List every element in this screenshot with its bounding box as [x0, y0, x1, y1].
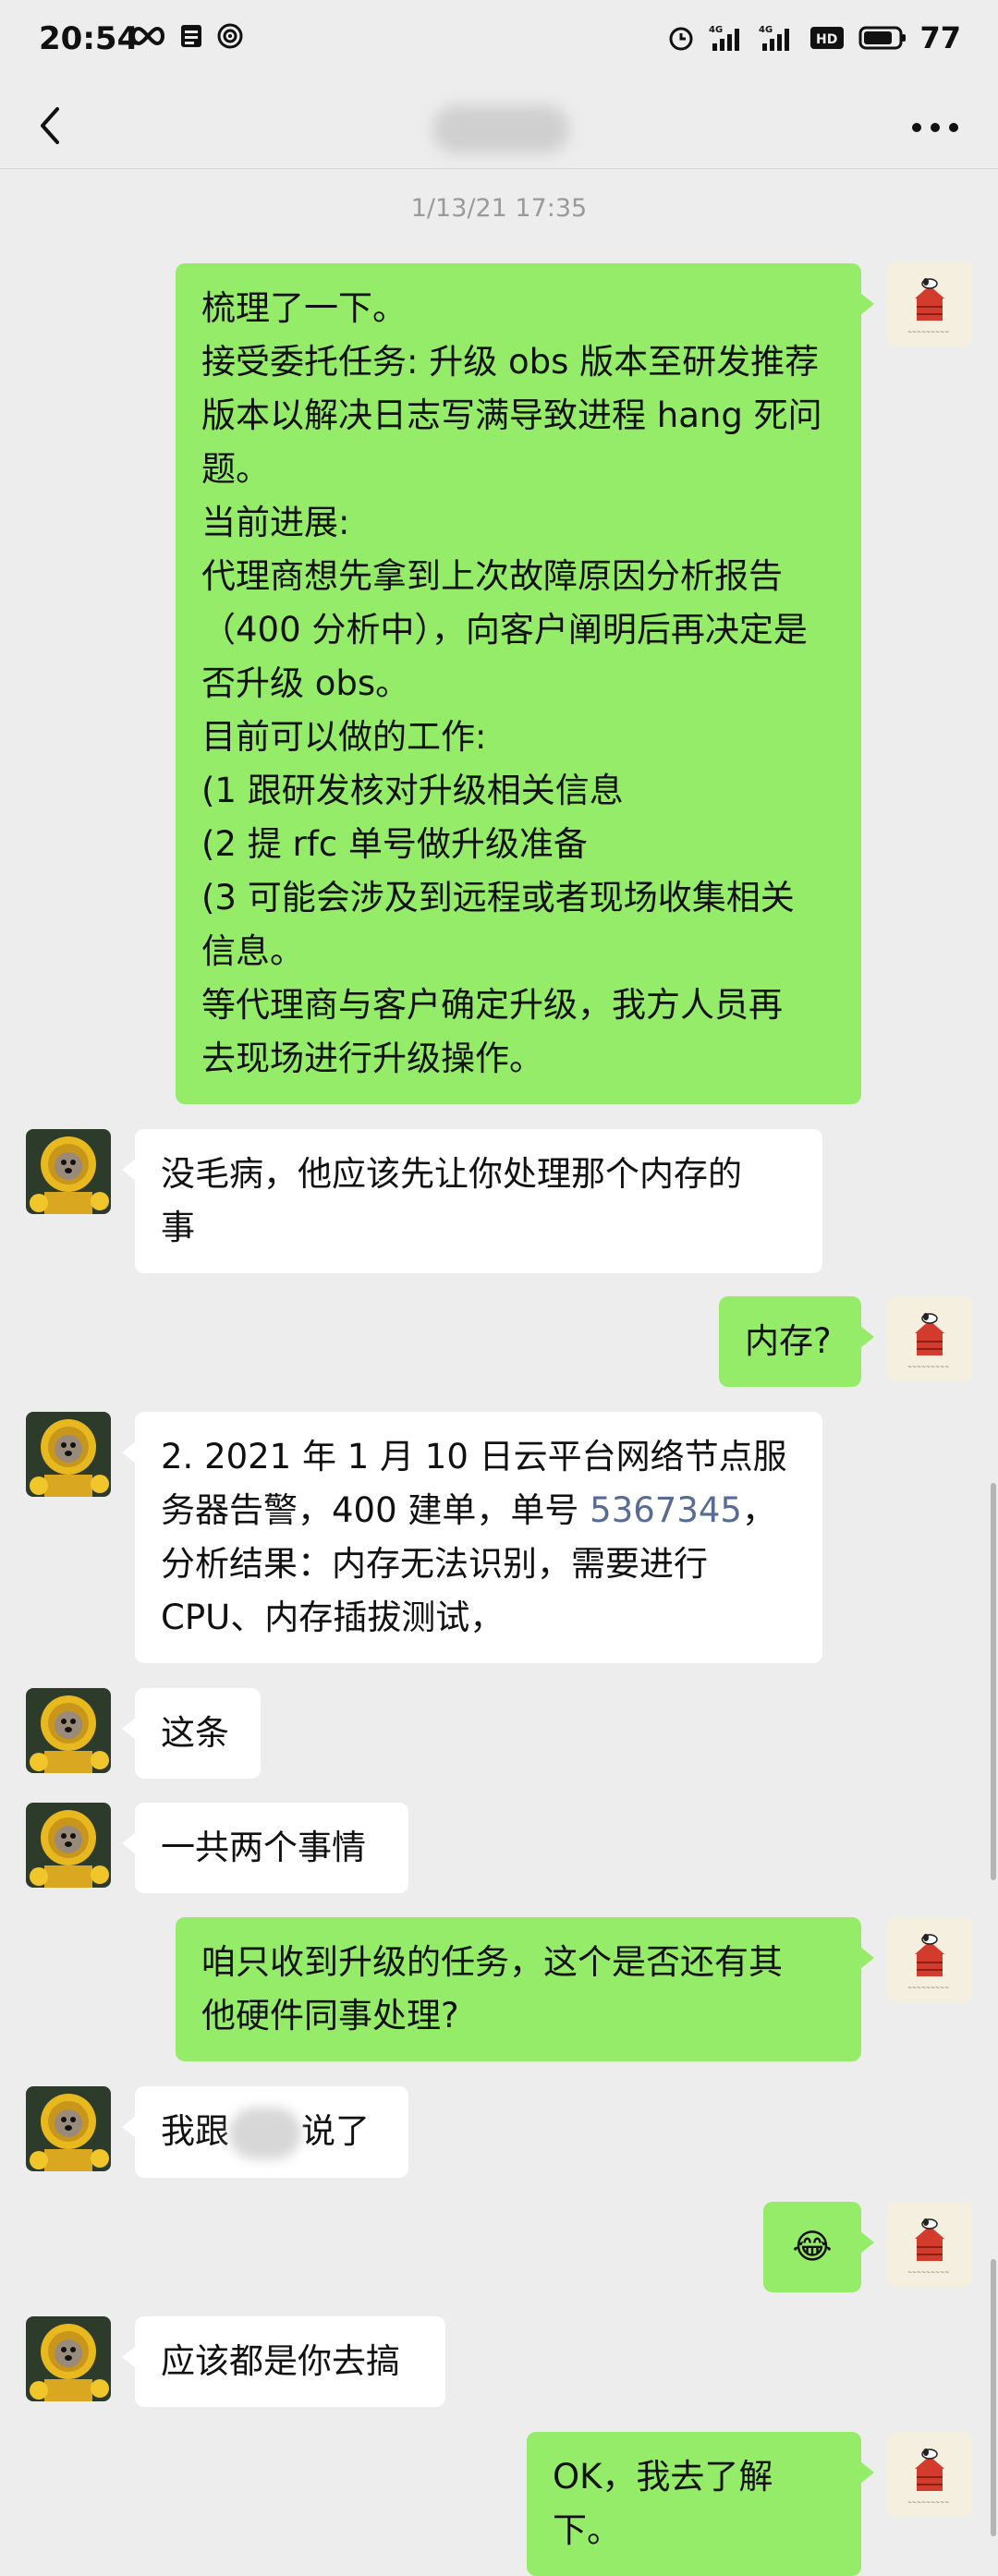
signal-4g-icon-2: 4G: [759, 25, 790, 51]
message-line: 去现场进行升级操作。: [201, 1039, 543, 1078]
message-bubble-me[interactable]: OK，我去了解下。: [527, 2432, 874, 2576]
message-line: 等代理商与客户确定升级，我方人员再: [201, 985, 783, 1025]
contact-avatar-icon[interactable]: [26, 1412, 111, 1497]
contact-avatar-icon[interactable]: [26, 1803, 111, 1888]
my-avatar-icon[interactable]: [887, 1296, 972, 1381]
my-avatar-icon[interactable]: [887, 2432, 972, 2517]
tears-of-joy-emoji-icon: 😂: [792, 2227, 833, 2266]
message-line: 代理商想先拿到上次故障原因分析报告: [201, 556, 783, 596]
message-line: 2. 2021 年 1 月 10 日云平台网络节点服: [161, 1437, 787, 1476]
message-line: CPU、内存插拔测试，: [161, 1598, 505, 1637]
message-bubble-other[interactable]: 一共两个事情: [122, 1803, 408, 1893]
message-line: (3 可能会涉及到远程或者现场收集相关: [201, 878, 795, 917]
message-line: (1 跟研发核对升级相关信息: [201, 771, 624, 810]
contact-avatar-icon[interactable]: [26, 1688, 111, 1773]
message-line: 咱只收到升级的任务，这个是否还有其: [201, 1942, 783, 1982]
svg-text:4G: 4G: [759, 25, 773, 35]
status-time: 20:54: [39, 20, 140, 57]
message-line: (2 提 rfc 单号做升级准备: [201, 824, 588, 864]
chat-header: [0, 83, 998, 169]
my-avatar-icon[interactable]: [887, 1917, 972, 2002]
message-bubble-other[interactable]: 没毛病，他应该先让你处理那个内存的 事: [122, 1129, 822, 1273]
message-line: 梳理了一下。: [201, 288, 407, 328]
svg-text:4G: 4G: [709, 25, 723, 35]
infinity-icon: [131, 26, 164, 46]
scrollbar[interactable]: [991, 1483, 996, 1880]
contact-avatar-icon[interactable]: [26, 2086, 111, 2171]
contact-avatar-icon[interactable]: [26, 2316, 111, 2401]
chat-title-blurred: [432, 105, 569, 153]
message-bubble-me[interactable]: 内存?: [719, 1296, 874, 1387]
notes-icon: [181, 25, 201, 47]
chat-timestamp: 1/13/21 17:35: [410, 194, 588, 223]
message-line: 当前进展:: [201, 503, 350, 542]
status-bar: 20:54 4G 4G HD 77: [0, 0, 998, 83]
my-avatar-icon[interactable]: [887, 261, 972, 346]
message-line: ，: [741, 1490, 776, 1530]
my-avatar-icon[interactable]: [887, 2202, 972, 2287]
message-line: 分析结果：内存无法识别，需要进行: [161, 1544, 708, 1584]
message-bubble-other[interactable]: 应该都是你去搞: [122, 2316, 445, 2407]
message-text: 说了: [301, 2111, 370, 2151]
ticket-number-link[interactable]: 5367345: [590, 1490, 742, 1530]
message-line: 他硬件同事处理?: [201, 1996, 459, 2035]
message-line: 版本以解决日志写满导致进程 hang 死问: [201, 395, 822, 435]
message-bubble-other[interactable]: 2. 2021 年 1 月 10 日云平台网络节点服 务器告警，400 建单，单…: [122, 1412, 822, 1663]
message-line: 否升级 obs。: [201, 663, 410, 703]
message-bubble-me[interactable]: 😂: [763, 2202, 874, 2292]
message-bubble-me[interactable]: 咱只收到升级的任务，这个是否还有其 他硬件同事处理?: [176, 1917, 874, 2061]
message-line: 目前可以做的工作:: [201, 717, 487, 757]
signal-4g-icon: 4G: [709, 25, 740, 51]
message-line: 务器告警，400 建单，单号: [161, 1490, 590, 1530]
message-line: 没毛病，他应该先让你处理那个内存的: [161, 1154, 742, 1194]
battery-level: 77: [919, 20, 961, 55]
message-bubble-other[interactable]: 我跟 说了: [122, 2086, 408, 2178]
battery-icon: [858, 26, 907, 50]
message-bubble-other[interactable]: 这条: [122, 1688, 261, 1779]
message-text: 我跟: [161, 2111, 229, 2151]
hotspot-icon: [217, 23, 243, 49]
more-options-icon[interactable]: [907, 109, 963, 146]
blurred-name: [229, 2107, 301, 2159]
message-bubble-me[interactable]: 梳理了一下。 接受委托任务: 升级 obs 版本至研发推荐 版本以解决日志写满导…: [176, 263, 874, 1104]
hd-voice-icon: HD: [810, 27, 845, 49]
alarm-icon: [669, 27, 693, 51]
message-line: （400 分析中），向客户阐明后再决定是: [201, 610, 808, 650]
message-line: 接受委托任务: 升级 obs 版本至研发推荐: [201, 342, 820, 382]
contact-avatar-icon[interactable]: [26, 1129, 111, 1214]
svg-text:HD: HD: [816, 32, 837, 47]
message-line: 题。: [201, 449, 270, 489]
scrollbar-lower[interactable]: [991, 2259, 996, 2536]
message-line: 信息。: [201, 931, 304, 971]
back-arrow-icon[interactable]: [26, 100, 78, 152]
message-line: 事: [161, 1208, 195, 1247]
